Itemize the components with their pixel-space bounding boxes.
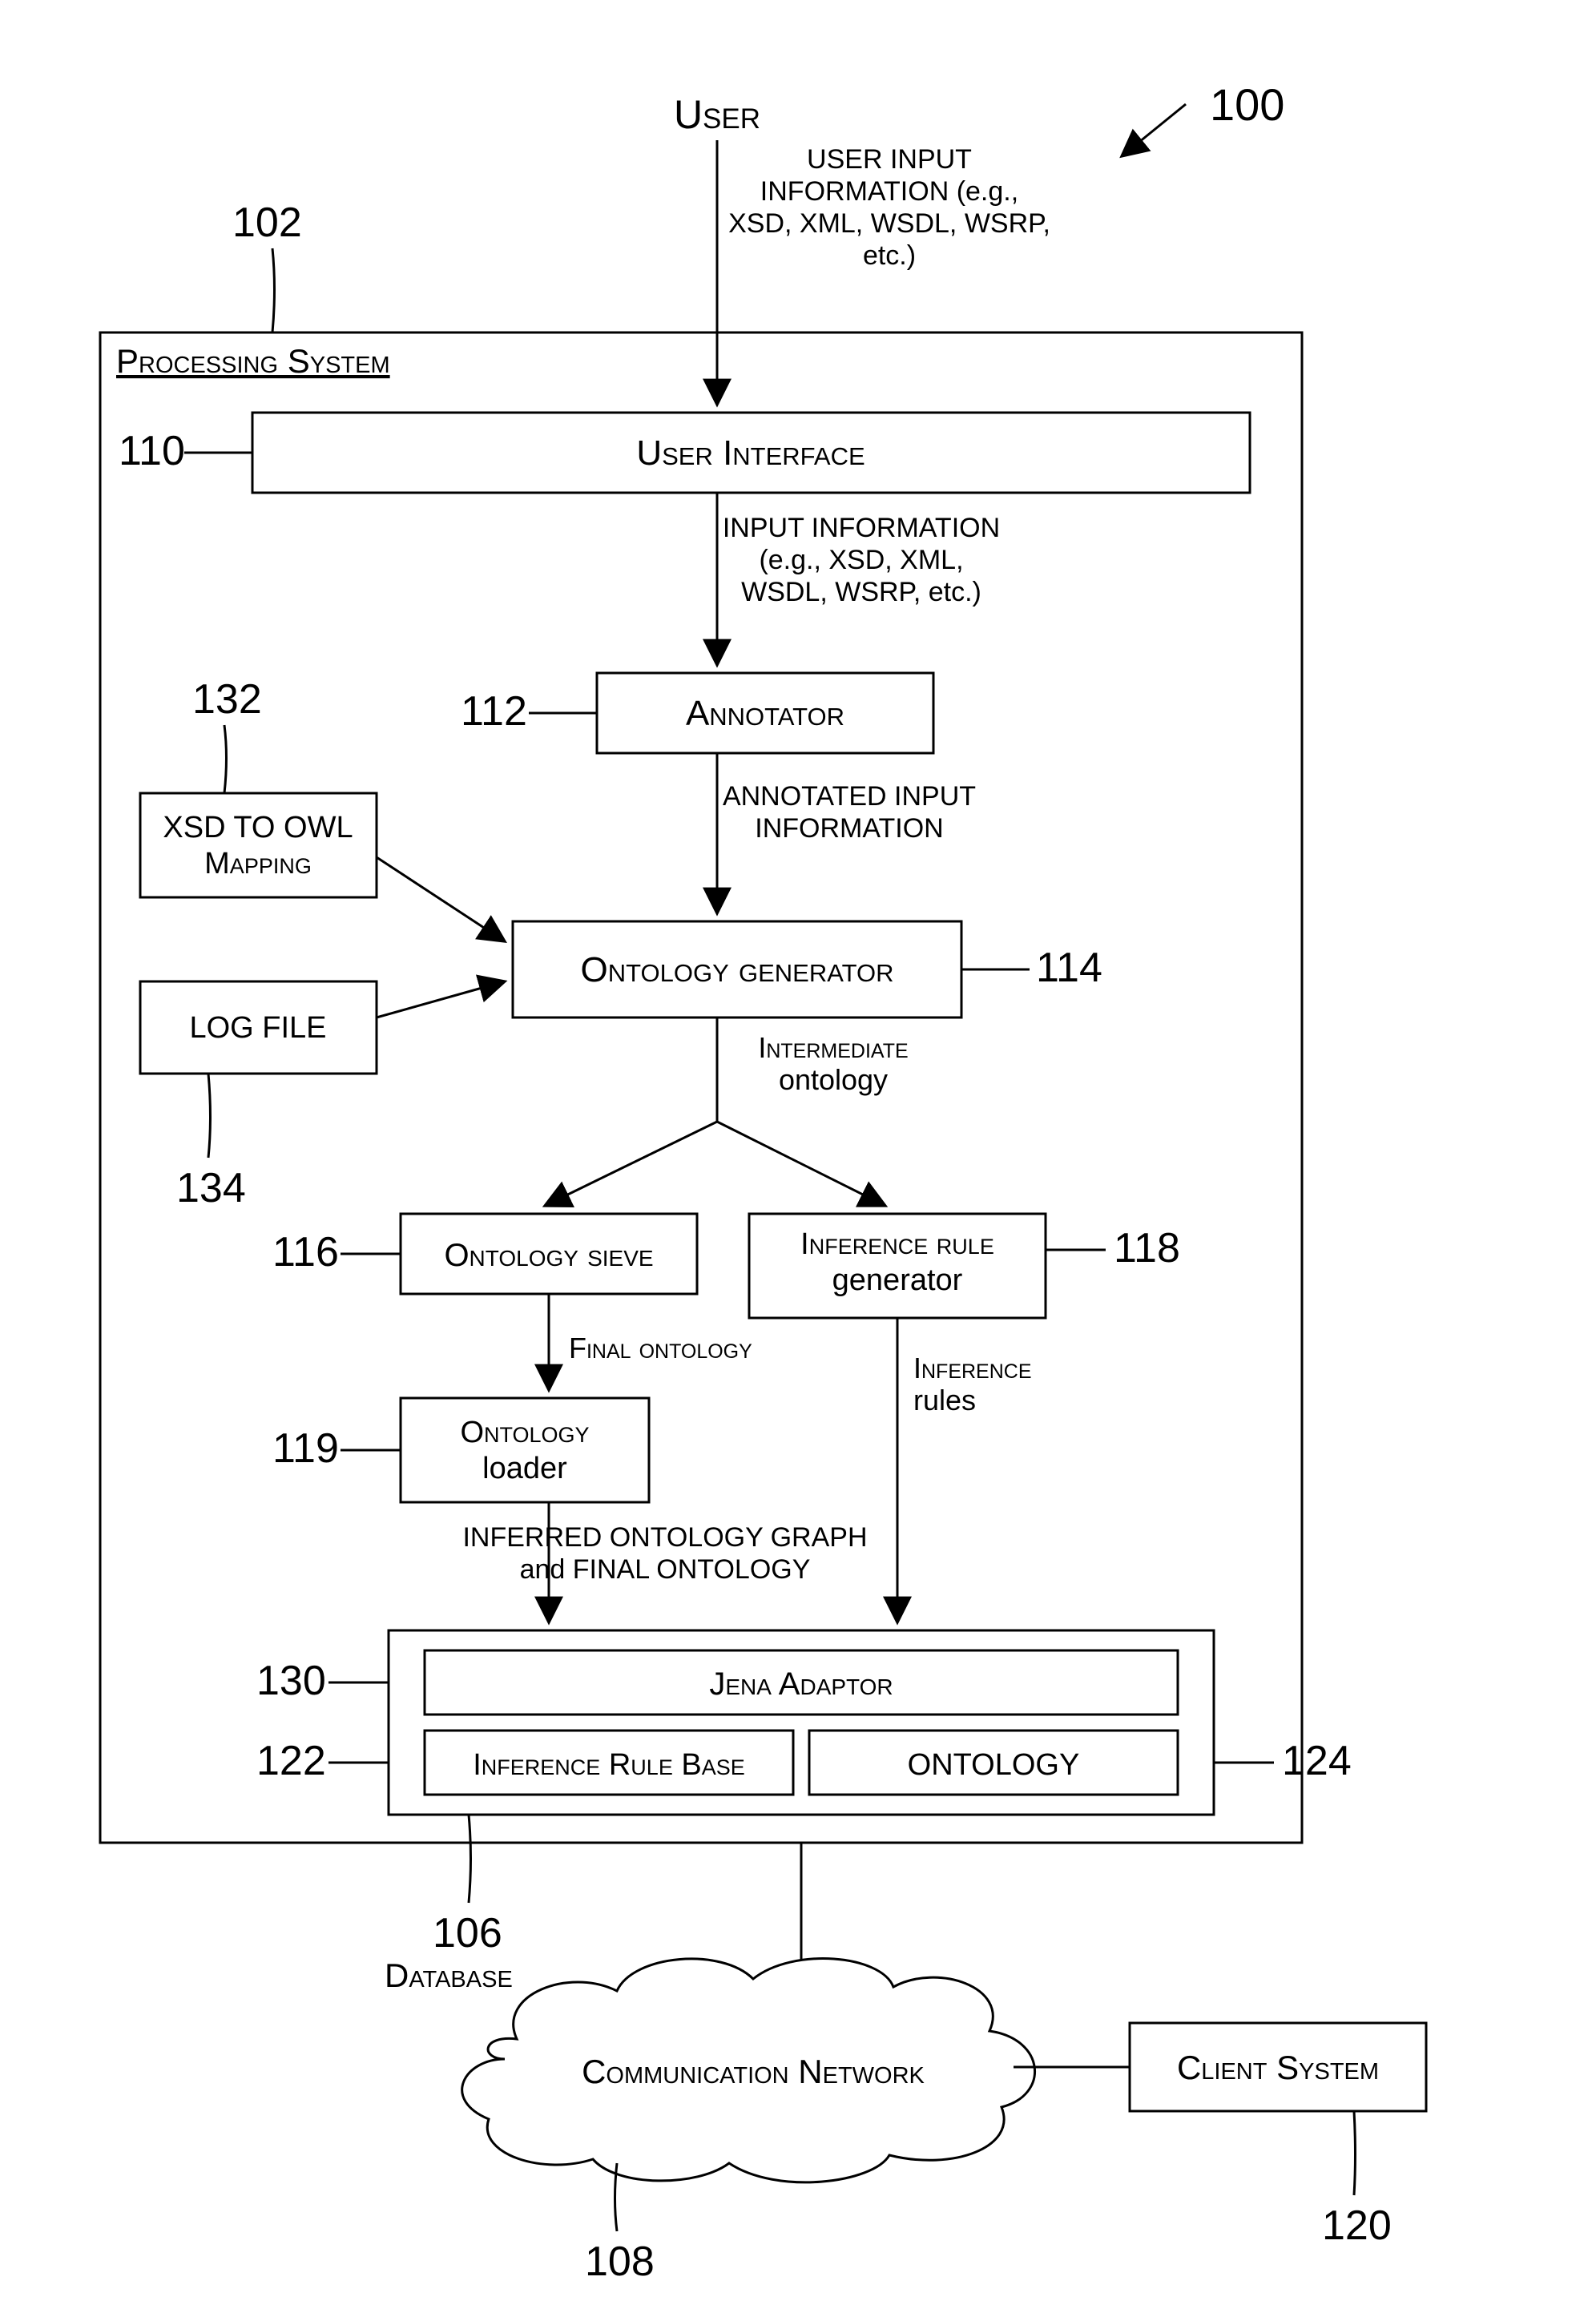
svg-text:ANNOTATED INPUT: ANNOTATED INPUT xyxy=(723,781,976,812)
xsd-owl-box xyxy=(140,793,377,897)
svg-text:etc.): etc.) xyxy=(863,240,916,271)
diagram-canvas: 100 User USER INPUT INFORMATION (e.g., X… xyxy=(0,0,1596,2313)
lead-132 xyxy=(224,725,227,793)
user-interface-label: User Interface xyxy=(636,433,864,473)
ontology-sieve-label: Ontology sieve xyxy=(444,1238,653,1273)
svg-text:XSD, XML, WSDL, WSRP,: XSD, XML, WSDL, WSRP, xyxy=(728,208,1050,239)
arrow-xsd-to-ontogen xyxy=(377,857,505,941)
ref-134: 134 xyxy=(176,1165,246,1211)
inference-rules-note: Inference rules xyxy=(913,1352,1032,1416)
ref-124: 124 xyxy=(1282,1738,1352,1784)
ref-120: 120 xyxy=(1322,2202,1392,2249)
inference-rule-generator-label-l1: Inference rule xyxy=(800,1227,994,1261)
ref-130: 130 xyxy=(256,1658,326,1704)
lead-106 xyxy=(469,1815,471,1903)
ref-114: 114 xyxy=(1036,945,1102,991)
ref-132: 132 xyxy=(192,676,262,723)
user-input-note: USER INPUT INFORMATION (e.g., XSD, XML, … xyxy=(728,144,1050,271)
svg-text:INPUT INFORMATION: INPUT INFORMATION xyxy=(723,513,1000,543)
svg-text:(e.g., XSD, XML,: (e.g., XSD, XML, xyxy=(759,545,963,575)
ref-118: 118 xyxy=(1114,1225,1180,1271)
intermediate-ontology-note: Intermediate ontology xyxy=(758,1031,908,1096)
ontology-store-label: ONTOLOGY xyxy=(908,1748,1080,1782)
svg-text:Intermediate: Intermediate xyxy=(758,1031,908,1064)
ref-112: 112 xyxy=(461,688,527,735)
arrow-split-right xyxy=(717,1122,885,1206)
svg-text:loader: loader xyxy=(482,1452,567,1485)
ref-108: 108 xyxy=(585,2238,655,2285)
svg-text:WSDL, WSRP, etc.): WSDL, WSRP, etc.) xyxy=(741,577,981,607)
ref-106: 106 xyxy=(433,1910,502,1956)
svg-text:INFORMATION: INFORMATION xyxy=(755,813,943,844)
lead-108 xyxy=(615,2163,618,2231)
inferred-ontology-note: INFERRED ONTOLOGY GRAPH and FINAL ONTOLO… xyxy=(462,1522,867,1585)
processing-system-label: Processing System xyxy=(116,342,390,380)
ref-122: 122 xyxy=(256,1738,326,1784)
log-file-label: LOG FILE xyxy=(189,1011,326,1045)
xsd-owl-label-l2: Mapping xyxy=(204,847,312,880)
annotator-label: Annotator xyxy=(686,694,844,733)
ref-102: 102 xyxy=(232,199,302,246)
svg-text:generator: generator xyxy=(832,1263,963,1297)
svg-text:Inference: Inference xyxy=(913,1352,1032,1384)
client-system-label: Client System xyxy=(1177,2049,1379,2086)
processing-system-box xyxy=(100,332,1302,1843)
svg-text:INFORMATION (e.g.,: INFORMATION (e.g., xyxy=(760,176,1018,207)
ontology-loader-box xyxy=(401,1398,649,1502)
figure-ref-100-label: 100 xyxy=(1210,79,1284,130)
figure-ref-100: 100 xyxy=(1122,79,1284,156)
input-info-note: INPUT INFORMATION (e.g., XSD, XML, WSDL,… xyxy=(723,513,1000,607)
annotated-input-note: ANNOTATED INPUT INFORMATION xyxy=(723,781,976,844)
svg-text:INFERRED ONTOLOGY GRAPH: INFERRED ONTOLOGY GRAPH xyxy=(462,1522,867,1553)
xsd-owl-label-l1: XSD TO OWL xyxy=(163,811,353,844)
user-label: User xyxy=(674,92,760,137)
lead-134 xyxy=(208,1074,211,1158)
svg-text:ontology: ontology xyxy=(779,1063,888,1096)
ontology-generator-label: Ontology generator xyxy=(581,950,894,989)
svg-text:and FINAL ONTOLOGY: and FINAL ONTOLOGY xyxy=(520,1554,811,1585)
communication-network-label: Communication Network xyxy=(582,2053,925,2090)
ref-119: 119 xyxy=(272,1425,339,1472)
ontology-loader-label-l1: Ontology xyxy=(460,1416,589,1449)
svg-text:rules: rules xyxy=(913,1384,976,1416)
database-label: Database xyxy=(385,1956,513,1994)
final-ontology-note: Final ontology xyxy=(569,1332,752,1364)
lead-102 xyxy=(272,248,275,332)
arrow-split-left xyxy=(545,1122,717,1206)
inference-rule-base-label: Inference Rule Base xyxy=(473,1748,745,1782)
lead-120 xyxy=(1354,2111,1356,2195)
ref-116: 116 xyxy=(272,1229,339,1275)
ref-110: 110 xyxy=(119,428,185,474)
arrow-log-to-ontogen xyxy=(377,981,505,1017)
jena-adaptor-label: Jena Adaptor xyxy=(709,1666,893,1702)
svg-text:USER INPUT: USER INPUT xyxy=(807,144,972,175)
